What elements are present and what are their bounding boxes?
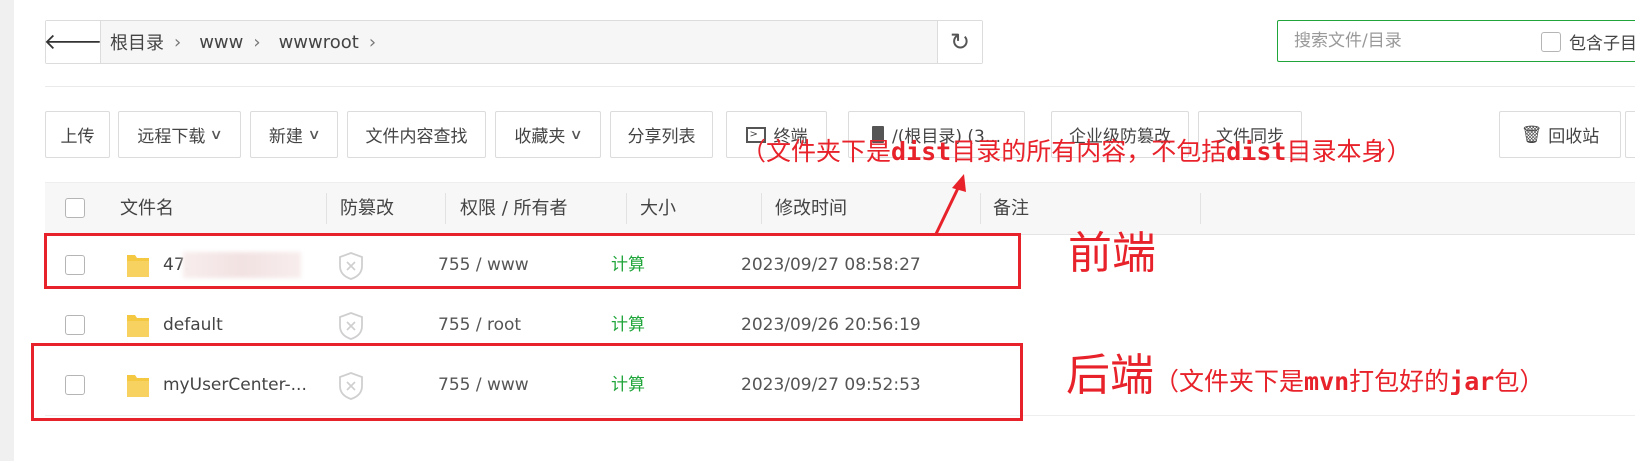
- backend-highlight-box: [31, 343, 1023, 421]
- remote-download-label: 远程下载: [137, 127, 206, 147]
- header-name[interactable]: 文件名: [120, 183, 174, 234]
- refresh-icon: ↻: [949, 28, 971, 56]
- share-list-label: 分享列表: [627, 127, 696, 147]
- trash-icon: 🗑: [1520, 124, 1543, 145]
- dist-annotation: （文件夹下是dist目录的所有内容，不包括dist目录本身）: [741, 137, 1412, 166]
- header-tamper: 防篡改: [340, 198, 394, 219]
- header-perm-owner: 权限 / 所有者: [460, 198, 568, 219]
- include-subdir-label: 包含子目: [1569, 34, 1635, 54]
- include-subdir-toggle[interactable]: 包含子目: [1541, 29, 1635, 54]
- content-search-label: 文件内容查找: [365, 127, 468, 147]
- annotation-arrow: [934, 174, 966, 235]
- chevron-down-icon: ∨: [569, 126, 584, 143]
- header-mtime[interactable]: 修改时间: [775, 183, 847, 234]
- folder-icon: [127, 315, 149, 337]
- chevron-right-icon: ›: [174, 31, 182, 53]
- column-separator: [326, 193, 327, 224]
- column-separator: [761, 193, 762, 224]
- search-box: 包含子目: [1277, 20, 1635, 62]
- back-button[interactable]: 🡐: [43, 21, 103, 63]
- frontend-label: 前端: [1068, 228, 1156, 279]
- upload-label: 上传: [60, 127, 95, 147]
- favorites-button[interactable]: 收藏夹 ∨: [495, 111, 601, 158]
- select-all-checkbox[interactable]: [65, 198, 85, 218]
- column-separator: [626, 193, 627, 224]
- share-list-button[interactable]: 分享列表: [610, 111, 713, 158]
- breadcrumb: 根目录 › www › wwwroot ›: [110, 21, 394, 63]
- recycle-bin-button[interactable]: 🗑 回收站: [1499, 111, 1621, 158]
- row-checkbox[interactable]: [65, 315, 85, 335]
- left-strip: [0, 0, 14, 461]
- crumb-root[interactable]: 根目录: [110, 29, 164, 55]
- search-input[interactable]: [1292, 30, 1516, 52]
- divider: [45, 86, 1635, 87]
- shield-icon[interactable]: [337, 311, 365, 341]
- table-header: 文件名 防篡改 权限 / 所有者 大小 修改时间 备注: [45, 182, 1635, 235]
- path-bar: 🡐 根目录 › www › wwwroot › ↻: [43, 20, 983, 64]
- new-button[interactable]: 新建 ∨: [250, 111, 338, 158]
- content-search-button[interactable]: 文件内容查找: [347, 111, 486, 158]
- favorites-label: 收藏夹: [514, 127, 566, 147]
- chevron-down-icon: ∨: [307, 126, 321, 143]
- backend-annotation: 后端（文件夹下是mvn打包好的jar包）: [1066, 350, 1545, 401]
- column-separator: [980, 193, 981, 224]
- remote-download-button[interactable]: 远程下载 ∨: [118, 111, 241, 158]
- crumb-www[interactable]: www: [199, 32, 243, 53]
- crumb-wwwroot[interactable]: wwwroot: [279, 32, 359, 53]
- frontend-highlight-box: [44, 233, 1021, 289]
- include-subdir-checkbox[interactable]: [1541, 31, 1561, 52]
- column-separator: [445, 193, 446, 224]
- header-size[interactable]: 大小: [640, 183, 676, 234]
- upload-button[interactable]: 上传: [45, 111, 110, 158]
- arrow-left-icon: 🡐: [43, 30, 103, 55]
- refresh-button[interactable]: ↻: [937, 21, 982, 63]
- new-label: 新建: [268, 127, 303, 147]
- more-button[interactable]: [1625, 111, 1635, 158]
- chevron-right-icon: ›: [253, 31, 261, 53]
- column-separator: [1200, 193, 1201, 224]
- recycle-bin-label: 回收站: [1548, 127, 1600, 147]
- chevron-right-icon: ›: [368, 31, 377, 53]
- header-remark: 备注: [993, 198, 1029, 219]
- chevron-down-icon: ∨: [209, 126, 224, 143]
